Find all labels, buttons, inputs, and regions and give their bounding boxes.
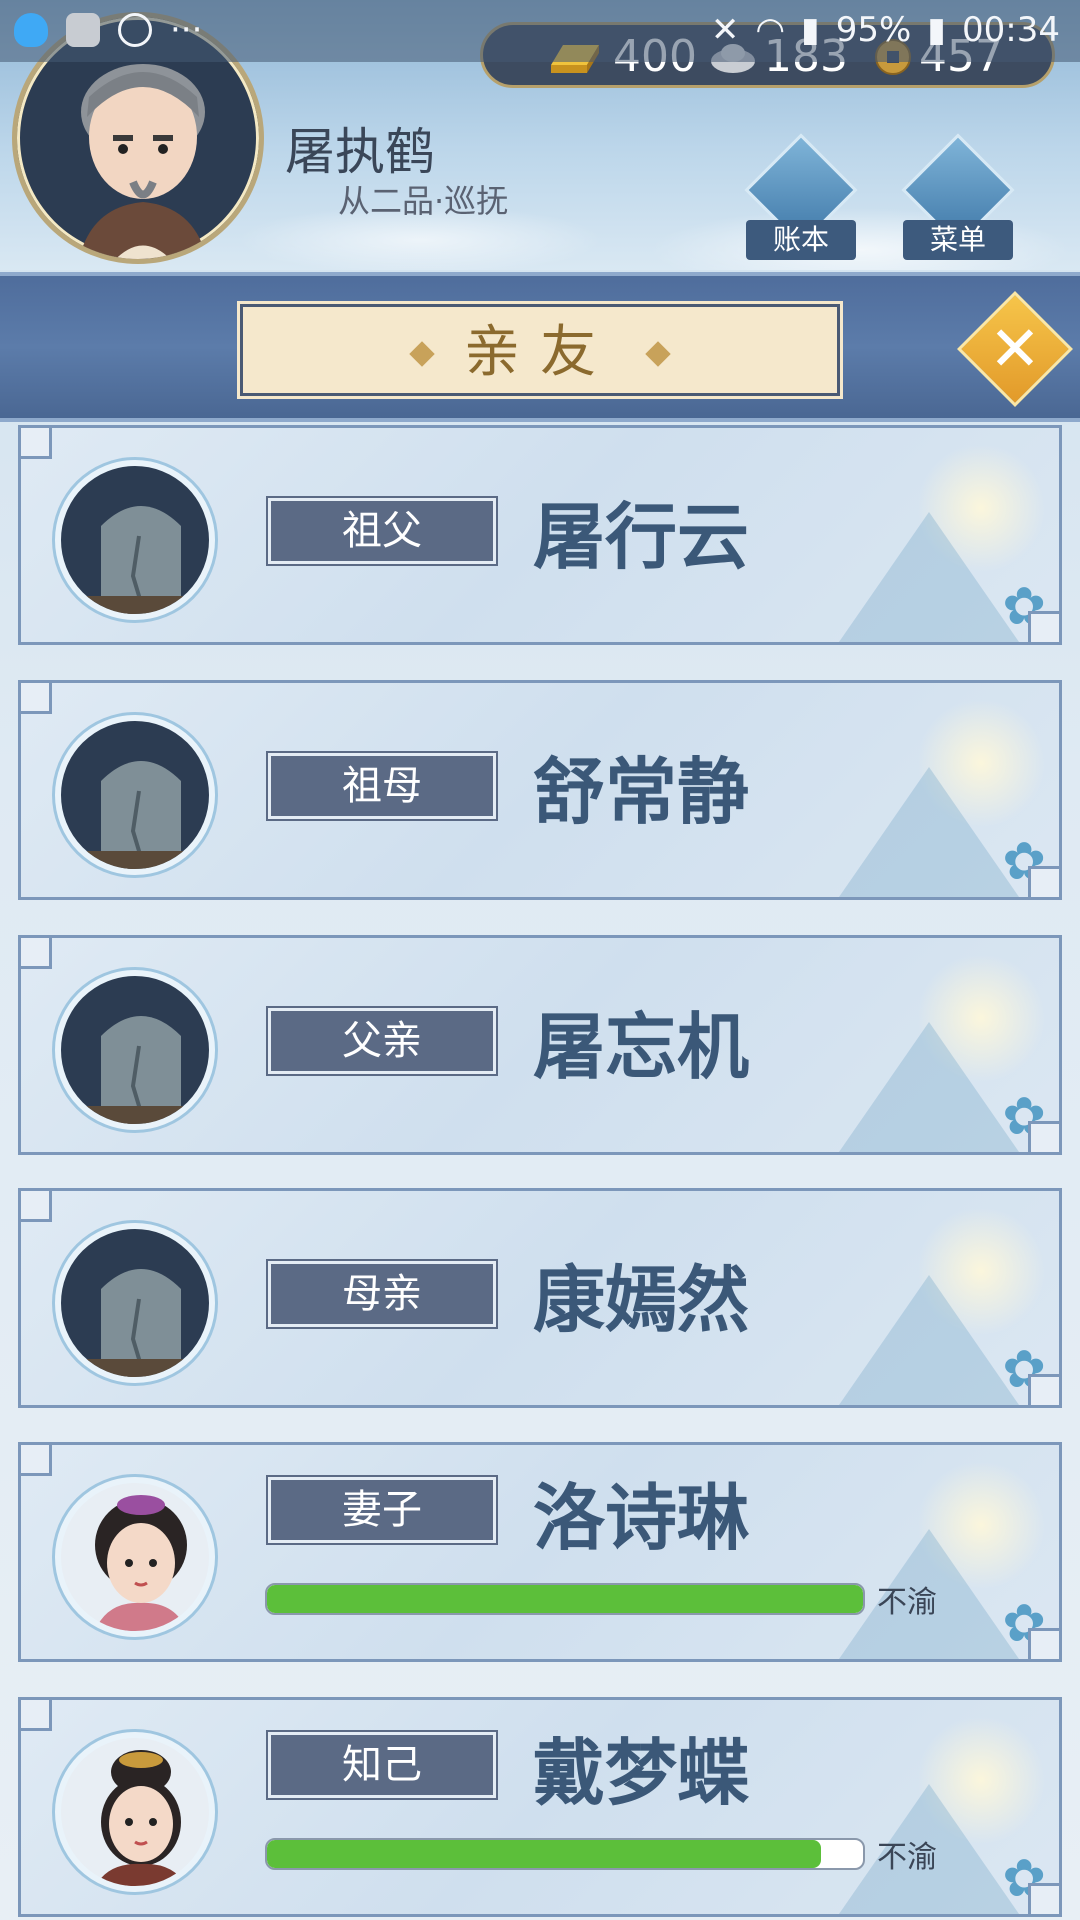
affection-bar-fill [267, 1585, 863, 1613]
woman-portrait-icon [95, 1750, 187, 1886]
woman-portrait-icon [94, 1495, 188, 1631]
status-bar: ··· ✕ ◠ ▮ 95% ▮ 00:34 [0, 0, 1080, 62]
flower-icon: ✿ [1002, 1340, 1046, 1400]
relative-card[interactable]: 父亲 屠忘机 ✿ [18, 935, 1062, 1155]
mountain-decoration [839, 1275, 1019, 1405]
ledger-button[interactable]: 账本 [744, 133, 858, 260]
tombstone-icon [61, 1269, 209, 1377]
affection-bar-fill [267, 1840, 822, 1868]
battery-icon: ▮ [927, 10, 947, 50]
relation-tag: 母亲 [266, 1259, 498, 1329]
more-icon: ··· [170, 10, 203, 50]
relative-card[interactable]: 祖父 屠行云 ✿ [18, 425, 1062, 645]
relative-card[interactable]: 妻子 洛诗琳 不渝 ✿ [18, 1442, 1062, 1662]
player-rank: 从二品·巡抚 [338, 182, 509, 220]
do-not-disturb-icon [118, 13, 152, 47]
relation-tag: 妻子 [266, 1475, 498, 1545]
battery-percent: 95% [835, 10, 912, 50]
relation-tag: 父亲 [266, 1006, 498, 1076]
wife-avatar [55, 1477, 215, 1637]
title-plate: 亲友 [237, 301, 843, 399]
mountain-decoration [839, 1022, 1019, 1152]
mood-label: 不渝 [877, 1840, 937, 1875]
tombstone-avatar [55, 460, 215, 620]
relative-name: 屠忘机 [533, 1005, 750, 1089]
page-title: 亲友 [464, 320, 616, 385]
tombstone-icon [61, 1016, 209, 1124]
flower-icon: ✿ [1002, 577, 1046, 637]
player-name: 屠执鹤 [285, 123, 435, 181]
mood-label: 不渝 [877, 1585, 937, 1620]
relation-tag: 祖母 [266, 751, 498, 821]
relative-name: 戴梦蝶 [533, 1731, 750, 1815]
qq-icon [14, 13, 48, 47]
relative-card[interactable]: 母亲 康嫣然 ✿ [18, 1188, 1062, 1408]
mountain-decoration [839, 512, 1019, 642]
flower-icon: ✿ [1002, 1849, 1046, 1909]
relation-tag: 知己 [266, 1730, 498, 1800]
affection-bar [265, 1583, 865, 1615]
tombstone-avatar [55, 1223, 215, 1383]
clock: 00:34 [962, 10, 1060, 50]
menu-button[interactable]: 菜单 [901, 133, 1015, 260]
relation-tag: 祖父 [266, 496, 498, 566]
flower-icon: ✿ [1002, 832, 1046, 892]
relative-card[interactable]: 知己 戴梦蝶 不渝 ✿ [18, 1697, 1062, 1917]
clean-icon [66, 13, 100, 47]
tombstone-icon [61, 761, 209, 869]
flower-icon: ✿ [1002, 1087, 1046, 1147]
close-icon: ✕ [989, 312, 1041, 385]
wifi-icon: ◠ [755, 10, 785, 50]
tombstone-avatar [55, 970, 215, 1130]
mountain-decoration [839, 767, 1019, 897]
title-banner: 亲友 ✕ [0, 272, 1080, 422]
mute-icon: ✕ [710, 10, 740, 50]
tombstone-avatar [55, 715, 215, 875]
relative-name: 屠行云 [533, 495, 750, 579]
relative-name: 舒常静 [533, 750, 750, 834]
signal-icon: ▮ [801, 10, 820, 50]
confidant-avatar [55, 1732, 215, 1892]
relative-name: 洛诗琳 [533, 1476, 750, 1560]
tombstone-icon [61, 506, 209, 614]
ledger-label: 账本 [746, 220, 856, 260]
menu-label: 菜单 [903, 220, 1013, 260]
relative-name: 康嫣然 [533, 1258, 750, 1342]
relative-card[interactable]: 祖母 舒常静 ✿ [18, 680, 1062, 900]
affection-bar [265, 1838, 865, 1870]
flower-icon: ✿ [1002, 1594, 1046, 1654]
